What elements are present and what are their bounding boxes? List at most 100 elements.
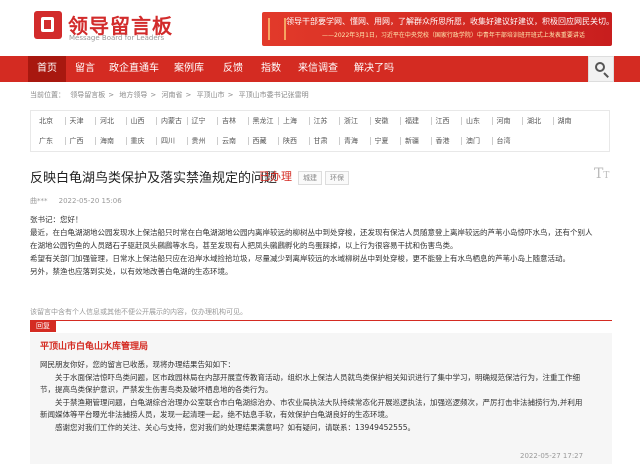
region-separator [339, 117, 340, 125]
region-link[interactable]: 吉林 [222, 116, 236, 126]
region-link[interactable]: 黑龙江 [253, 116, 274, 126]
logo-icon [34, 11, 62, 39]
quote-banner: 领导干部要学网、懂网、用网，了解群众所思所愿，收集好建议好建议，积极回应网民关切… [262, 12, 612, 46]
site-header: 领导留言板 Message Board for Leaders 领导干部要学网、… [0, 0, 640, 56]
region-link[interactable]: 台湾 [497, 136, 511, 146]
region-separator [156, 117, 157, 125]
region-separator [400, 137, 401, 145]
region-separator [125, 117, 127, 125]
breadcrumb-item[interactable]: 平顶山市委书记张雷明 [239, 91, 309, 99]
region-link[interactable]: 澳门 [466, 136, 480, 146]
region-separator [491, 117, 493, 125]
banner-decoration [268, 18, 286, 40]
region-link[interactable]: 甘肃 [314, 136, 328, 146]
reply-paragraph: 感谢您对我们工作的关注、关心与支持，您对我们的处理结果满意吗？如有疑问，请联系：… [40, 422, 415, 432]
category-tag[interactable]: 城建 [298, 171, 322, 185]
message-paragraph: 希望有关部门加强管理，日常水上保洁船只应在沿岸水域捡拾垃圾，尽量减少到离岸较远的… [30, 254, 570, 263]
region-link[interactable]: 宁夏 [375, 136, 389, 146]
nav-item-index[interactable]: 指数 [252, 56, 290, 82]
nav-item-feedback[interactable]: 反馈 [214, 56, 252, 82]
nav-item-message[interactable]: 留言 [66, 56, 104, 82]
reply-organization: 平顶山市白龟山水库管理局 [40, 342, 149, 352]
region-separator [461, 137, 462, 145]
nav-item-survey[interactable]: 来信调查 [290, 56, 346, 82]
region-link[interactable]: 北京 [39, 116, 53, 126]
font-size-icon[interactable]: TT [594, 166, 609, 182]
message-date: 2022-05-20 15:06 [58, 197, 122, 205]
category-tag[interactable]: 环保 [325, 171, 349, 185]
region-link[interactable]: 内蒙古 [161, 116, 182, 126]
region-link[interactable]: 云南 [222, 136, 236, 146]
region-separator [247, 117, 249, 125]
reply-paragraph: 关于禁渔期管理问题，白龟湖综合治理办公室联合市白龟湖综治办、市农业局执法大队持续… [40, 397, 583, 407]
breadcrumb-item[interactable]: 地方领导 [119, 91, 147, 99]
reply-paragraph: 节，提高鸟类保护意识，严禁发生伤害鸟类及破坏栖息地的各类行为。 [40, 385, 273, 394]
region-link[interactable]: 贵州 [192, 136, 206, 146]
region-link[interactable]: 天津 [70, 116, 84, 126]
region-separator [339, 137, 340, 145]
site-logo[interactable]: 领导留言板 Message Board for Leaders [34, 10, 172, 46]
breadcrumb-item[interactable]: 领导留言板 [70, 91, 105, 99]
status-label: 已办理 [259, 170, 292, 183]
region-link[interactable]: 河南 [497, 116, 511, 126]
reply-panel: 平顶山市白龟山水库管理局 网民朋友你好，您的留言已收悉，现将办理结果告知如下： … [30, 333, 612, 464]
region-link[interactable]: 山西 [131, 116, 145, 126]
region-separator [369, 117, 371, 125]
region-separator [461, 117, 462, 125]
message-paragraph: 最近，在白龟湖湖地公园发现水上保洁船只时常在白龟湖湖地公园内离岸较远的柳树丛中到… [30, 228, 593, 237]
region-link[interactable]: 广西 [70, 136, 84, 146]
reply-paragraph: 网民朋友你好，您的留言已收悉，现将办理结果告知如下： [40, 360, 235, 369]
nav-item-resolved[interactable]: 解决了吗 [346, 56, 402, 82]
region-link[interactable]: 安徽 [375, 116, 389, 126]
region-link[interactable]: 广东 [39, 136, 53, 146]
region-separator [64, 117, 66, 125]
region-link[interactable]: 海南 [100, 136, 114, 146]
region-separator [95, 137, 96, 145]
region-separator [247, 137, 249, 145]
region-row: 广东 广西 海南 重庆 四川 贵州 云南 西藏 陕西 甘肃 青海 宁夏 新疆 香港 澳门 台湾 [31, 131, 609, 151]
message-paragraph: 在湖地公园钓鱼的人员踏石子驱赶凤头鸊鷉等水鸟，甚至发现有人把凤头鸊鷉孵化的鸟蛋踩… [30, 241, 458, 250]
region-link[interactable]: 陕西 [283, 136, 297, 146]
breadcrumb-item[interactable]: 河南省 [161, 91, 182, 99]
banner-quote: 领导干部要学网、懂网、用网，了解群众所思所愿，收集好建议好建议，积极回应网民关切… [286, 17, 612, 26]
region-link[interactable]: 湖南 [558, 116, 572, 126]
region-link[interactable]: 重庆 [131, 136, 145, 146]
search-button[interactable] [588, 56, 614, 82]
region-separator [400, 117, 401, 125]
nav-item-home[interactable]: 首页 [28, 56, 66, 82]
region-link[interactable]: 四川 [161, 136, 175, 146]
region-separator [217, 137, 218, 145]
reply-divider [30, 320, 612, 321]
region-separator [278, 137, 279, 145]
reply-body: 网民朋友你好，您的留言已收悉，现将办理结果告知如下： 关于水面保洁惊吓鸟类问题，… [40, 359, 605, 434]
region-link[interactable]: 福建 [405, 116, 419, 126]
region-link[interactable]: 湖北 [527, 116, 541, 126]
region-link[interactable]: 香港 [436, 136, 450, 146]
region-link[interactable]: 河北 [100, 116, 114, 126]
region-separator [95, 117, 96, 125]
reply-date: 2022-05-27 17:27 [520, 452, 584, 460]
message-paragraph: 另外，禁渔也应落到实处，以有效地改善白龟湖的生态环境。 [30, 267, 233, 276]
message-meta: 曲*** 2022-05-20 15:06 [30, 196, 122, 206]
nav-item-enterprise[interactable]: 政企直通车 [104, 56, 164, 82]
message-body: 张书记：您好！ 最近，在白龟湖湖地公园发现水上保洁船只时常在白龟湖湖地公园内离岸… [30, 213, 612, 278]
region-link[interactable]: 辽宁 [192, 116, 206, 126]
region-link[interactable]: 西藏 [253, 136, 267, 146]
region-list: 北京 天津 河北 山西 内蒙古 辽宁 吉林 黑龙江 上海 江苏 浙江 安徽 福建 江西 山东 河南 湖北 湖南 广… [30, 110, 610, 152]
region-link[interactable]: 青海 [344, 136, 358, 146]
region-separator [156, 137, 157, 145]
region-separator [278, 117, 279, 125]
region-link[interactable]: 江苏 [314, 116, 328, 126]
region-link[interactable]: 山东 [466, 116, 480, 126]
reply-paragraph: 关于水面保洁惊吓鸟类问题，区市政园林局在内部开展宣传教育活动，组织水上保洁人员就… [40, 372, 580, 382]
breadcrumb-item[interactable]: 平顶山市 [197, 91, 225, 99]
region-link[interactable]: 上海 [283, 116, 297, 126]
region-link[interactable]: 新疆 [405, 136, 419, 146]
region-separator [217, 117, 218, 125]
region-link[interactable]: 江西 [436, 116, 450, 126]
nav-item-cases[interactable]: 案例库 [164, 56, 214, 82]
region-separator [430, 117, 432, 125]
message-greeting: 张书记：您好！ [30, 215, 83, 224]
reply-label: 回复 [30, 320, 56, 332]
region-link[interactable]: 浙江 [344, 116, 358, 126]
